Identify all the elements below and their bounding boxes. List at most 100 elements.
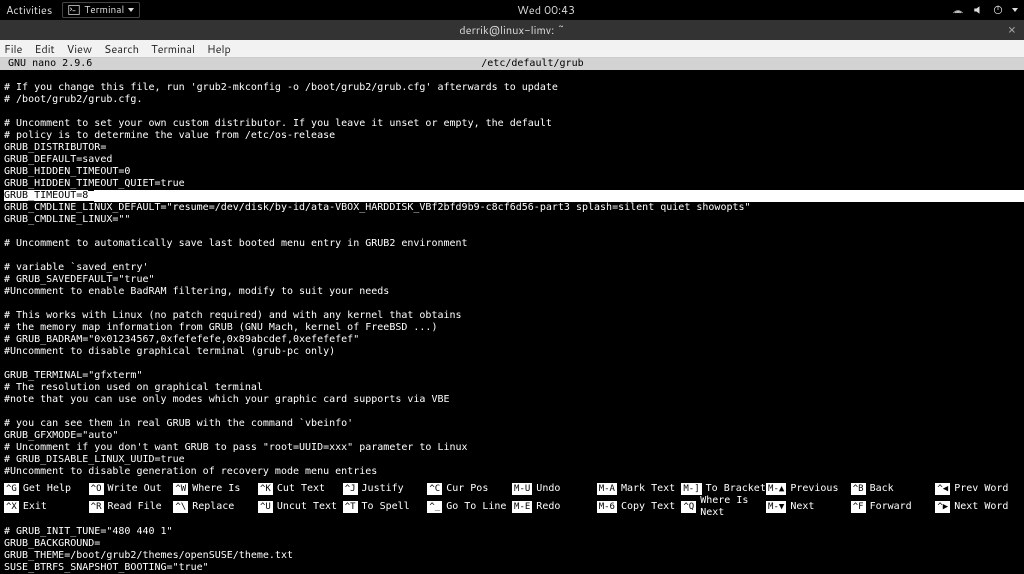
buffer-line: GRUB_DISTRIBUTOR= <box>4 142 1020 154</box>
shortcut-key: M-6 <box>597 501 617 513</box>
buffer-line: # you can see them in real GRUB with the… <box>4 418 1020 430</box>
close-button[interactable]: × <box>1008 21 1016 39</box>
buffer-line: # The resolution used on graphical termi… <box>4 382 1020 394</box>
volume-icon <box>972 4 984 16</box>
shortcut-label: Copy Text <box>621 501 675 513</box>
app-menu[interactable]: Terminal <box>62 2 140 18</box>
shortcut-read-file: ^R Read File <box>89 495 174 519</box>
buffer-line: #Uncomment to enable BadRAM filtering, m… <box>4 286 1020 298</box>
buffer-line: # If you change this file, run 'grub2-mk… <box>4 82 1020 94</box>
buffer-line: # Uncomment to automatically save last b… <box>4 238 1020 250</box>
window-titlebar[interactable]: derrik@linux-limv: ~ × <box>0 20 1024 40</box>
shortcut-redo: M-E Redo <box>512 495 597 519</box>
shortcut-key: ^\ <box>173 501 188 513</box>
chevron-down-icon <box>1012 8 1018 12</box>
buffer-line <box>4 358 1020 370</box>
menu-terminal[interactable]: Terminal <box>151 41 195 57</box>
nano-version: GNU nano 2.9.6 <box>0 58 481 70</box>
buffer-line: # GRUB_INIT_TUNE="480 440 1" <box>4 526 1020 538</box>
buffer-line: # GRUB_SAVEDEFAULT="true" <box>4 274 1020 286</box>
shortcut-key: ^C <box>427 483 442 495</box>
buffer-line: GRUB_GFXMODE="auto" <box>4 430 1020 442</box>
terminal-menubar: File Edit View Search Terminal Help <box>0 40 1024 58</box>
network-icon <box>952 4 964 16</box>
buffer-line <box>4 298 1020 310</box>
shortcut-key: ^B <box>851 483 866 495</box>
shortcut-label: Get Help <box>23 483 71 495</box>
shortcut-label: Exit <box>23 501 47 513</box>
shortcut-to-bracket: M-] To Bracket <box>681 483 766 495</box>
shortcut-cut-text: ^K Cut Text <box>258 483 343 495</box>
shortcut-label: Back <box>870 483 894 495</box>
system-tray[interactable] <box>952 4 1018 16</box>
shortcut-label: Next Word <box>954 501 1008 513</box>
shortcut-key: M-A <box>597 483 617 495</box>
shortcut-key: ^G <box>4 483 19 495</box>
buffer-line: GRUB_HIDDEN_TIMEOUT_QUIET=true <box>4 178 1020 190</box>
buffer-line: GRUB_DEFAULT=saved <box>4 154 1020 166</box>
shortcut-key: ^Q <box>681 501 696 513</box>
shortcut-next: M-▼ Next <box>766 495 851 519</box>
shortcut-key: M-] <box>681 483 701 495</box>
menu-search[interactable]: Search <box>104 41 139 57</box>
shortcut-cur-pos: ^CCur Pos <box>427 483 512 495</box>
shortcut-key: M-▼ <box>766 501 786 513</box>
shortcut-label: Where Is <box>192 483 240 495</box>
shortcut-key: ^▶ <box>935 501 950 513</box>
shortcut-key: ^U <box>258 501 273 513</box>
terminal-icon <box>68 4 80 16</box>
menu-file[interactable]: File <box>4 41 22 57</box>
buffer-line: # Uncomment to set your own custom distr… <box>4 118 1020 130</box>
app-name: Terminal <box>84 3 124 17</box>
shortcut-justify: ^JJustify <box>343 483 428 495</box>
shortcut-prev-word: ^◀Prev Word <box>935 483 1020 495</box>
shortcut-key: M-U <box>512 483 532 495</box>
shortcut-label: Go To Line <box>446 501 506 513</box>
gnome-topbar: Activities Terminal Wed 00:43 <box>0 0 1024 20</box>
menu-help[interactable]: Help <box>207 41 231 57</box>
shortcut-key: M-▲ <box>766 483 786 495</box>
shortcut-label: Cut Text <box>277 483 325 495</box>
shortcut-label: Read File <box>108 501 162 513</box>
shortcut-where-is-next: ^QWhere Is Next <box>681 495 766 519</box>
menu-edit[interactable]: Edit <box>34 41 54 57</box>
shortcut-label: To Spell <box>362 501 410 513</box>
shortcut-label: Undo <box>536 483 560 495</box>
shortcut-key: ^T <box>343 501 358 513</box>
nano-shortcut-bar: ^GGet Help^OWrite Out^WWhere Is^KCut Tex… <box>0 483 1024 519</box>
shortcut-label: Mark Text <box>621 483 675 495</box>
shortcut-key: M-E <box>512 501 532 513</box>
buffer-line: # Uncomment if you don't want GRUB to pa… <box>4 442 1020 454</box>
shortcut-key: ^K <box>258 483 273 495</box>
buffer-line: GRUB_CMDLINE_LINUX_DEFAULT="resume=/dev/… <box>4 202 1020 214</box>
buffer-line: # GRUB_DISABLE_LINUX_UUID=true <box>4 454 1020 466</box>
buffer-line: GRUB_TERMINAL="gfxterm" <box>4 370 1020 382</box>
shortcut-label: Forward <box>870 501 912 513</box>
buffer-line: #Uncomment to disable graphical terminal… <box>4 346 1020 358</box>
shortcut-forward: ^F Forward <box>851 495 936 519</box>
nano-titlebar: GNU nano 2.9.6 /etc/default/grub <box>0 58 1024 70</box>
shortcut-key: ^R <box>89 501 104 513</box>
shortcut-replace: ^\ Replace <box>173 495 258 519</box>
clock[interactable]: Wed 00:43 <box>140 2 952 18</box>
shortcut-label: Uncut Text <box>277 501 337 513</box>
menu-view[interactable]: View <box>67 41 92 57</box>
buffer-line: # policy is to determine the value from … <box>4 130 1020 142</box>
buffer-line <box>4 70 1020 82</box>
shortcut-key: ^W <box>173 483 188 495</box>
shortcut-key: ^_ <box>427 501 442 513</box>
buffer-line: # variable `saved_entry' <box>4 262 1020 274</box>
buffer-line: GRUB_HIDDEN_TIMEOUT=0 <box>4 166 1020 178</box>
buffer-line: #note that you can use only modes which … <box>4 394 1020 406</box>
cursor-line: GRUB_TIMEOUT=8 <box>4 190 1020 202</box>
buffer-line: GRUB_THEME=/boot/grub2/themes/openSUSE/t… <box>4 550 1020 562</box>
shortcut-label: Replace <box>192 501 234 513</box>
shortcut-label: Next <box>790 501 814 513</box>
buffer-line: # GRUB_BADRAM="0x01234567,0xfefefefe,0x8… <box>4 334 1020 346</box>
shortcut-key: ^F <box>851 501 866 513</box>
activities-button[interactable]: Activities <box>6 2 52 18</box>
buffer-line: # This works with Linux (no patch requir… <box>4 310 1020 322</box>
shortcut-label: To Bracket <box>706 483 766 495</box>
shortcut-key: ^X <box>4 501 19 513</box>
shortcut-label: Redo <box>536 501 560 513</box>
